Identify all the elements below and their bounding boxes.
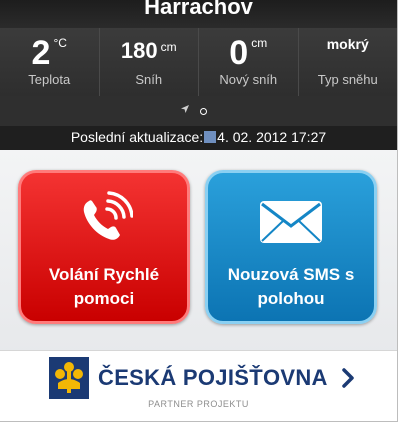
- stat-value: 180: [120, 38, 158, 63]
- stat-label: Nový sníh: [219, 72, 278, 87]
- stat-label: Teplota: [28, 72, 71, 87]
- call-label-line1: Volání Rychlé: [48, 265, 160, 284]
- phone-icon: [83, 191, 133, 240]
- stat-snow: 180 cm Sníh: [98, 28, 199, 96]
- page-indicator: [0, 96, 397, 126]
- sms-label-line2: polohou: [257, 289, 325, 308]
- update-prefix: Poslední aktualizace:: [70, 129, 204, 145]
- stat-value: 0: [229, 34, 249, 72]
- stat-value: 2: [31, 34, 51, 72]
- emergency-call-button[interactable]: Volání Rychlé pomoci: [18, 170, 190, 324]
- partner-banner[interactable]: ČESKÁ POJIŠŤOVNA PARTNER PROJEKTU: [0, 350, 397, 421]
- envelope-icon: [260, 201, 322, 243]
- header-bar: Harrachov: [0, 0, 397, 28]
- stat-temperature: 2 °C Teplota: [0, 28, 99, 96]
- stat-unit: cm: [160, 40, 177, 54]
- partner-subtitle: PARTNER PROJEKTU: [148, 399, 249, 409]
- stat-label: Sníh: [135, 72, 163, 87]
- update-value: 4. 02. 2012 17:27: [217, 129, 327, 145]
- stats-panel: 2 °C Teplota 180 cm Sníh 0 cm Nový sníh mok…: [0, 28, 397, 96]
- stat-unit: cm: [251, 36, 268, 50]
- app-frame: Harrachov 2 °C Teplota 180 cm Sníh 0 cm Nov…: [0, 0, 398, 422]
- ceska-pojistovna-logo-icon: [49, 357, 89, 399]
- main-content: Volání Rychlé pomoci Nouzová SMS s poloh…: [0, 150, 397, 421]
- call-label-line2: pomoci: [73, 289, 135, 308]
- stat-new-snow: 0 cm Nový sníh: [198, 28, 298, 96]
- last-update: Poslední aktualizace: 4. 02. 2012 17:27: [0, 126, 397, 150]
- partner-brand: ČESKÁ POJIŠŤOVNA: [98, 365, 328, 390]
- emergency-sms-button[interactable]: Nouzová SMS s polohou: [205, 170, 377, 324]
- stat-value: mokrý: [326, 36, 369, 52]
- page-dot-icon[interactable]: [200, 108, 207, 115]
- location-arrow-icon[interactable]: [180, 104, 190, 114]
- text-cursor: [204, 131, 217, 143]
- chevron-right-icon[interactable]: [340, 367, 356, 389]
- resort-title: Harrachov: [144, 0, 253, 19]
- stat-snow-type: mokrý Typ sněhu: [297, 28, 398, 96]
- stat-label: Typ sněhu: [317, 72, 378, 87]
- stat-unit: °C: [53, 36, 67, 50]
- sms-label-line1: Nouzová SMS s: [227, 265, 355, 284]
